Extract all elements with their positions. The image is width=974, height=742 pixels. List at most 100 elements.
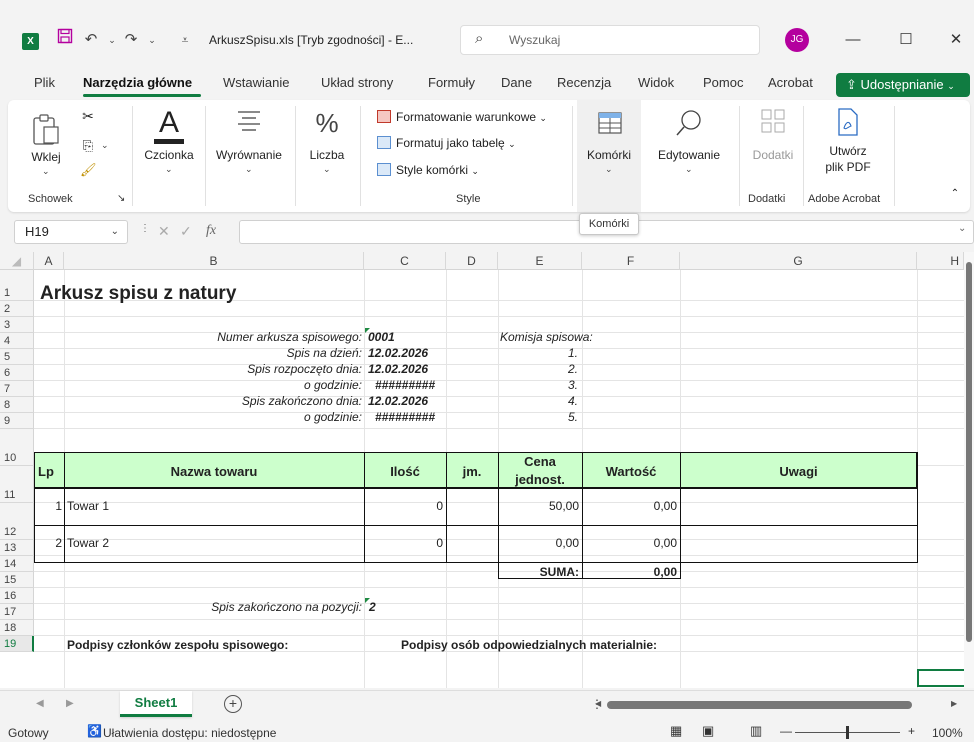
row-header[interactable]: 2	[0, 301, 34, 317]
number-button[interactable]: % Liczba ⌄	[300, 108, 354, 186]
undo-icon[interactable]: ↶	[80, 28, 102, 52]
tab-page-layout[interactable]: Układ strony	[321, 75, 393, 90]
page-break-view-icon[interactable]: ▥	[750, 723, 762, 739]
date-value[interactable]: 12.02.2026	[368, 346, 428, 360]
column-header-c[interactable]: C	[364, 252, 446, 270]
search-box[interactable]: ⌕ Wyszukaj	[460, 25, 760, 55]
row-qty[interactable]: 0	[364, 499, 443, 513]
horizontal-scrollbar-thumb[interactable]	[607, 701, 912, 709]
zoom-in-button[interactable]: +	[908, 724, 915, 738]
format-as-table-button[interactable]: Formatuj jako tabelę ⌄	[377, 136, 516, 150]
minimize-button[interactable]: —	[838, 28, 868, 52]
clipboard-launcher-icon[interactable]: ↘	[117, 193, 125, 204]
row-header[interactable]: 13	[0, 540, 34, 556]
expand-formula-bar-icon[interactable]: ⌄	[958, 223, 966, 234]
row-header[interactable]: 14	[0, 556, 34, 572]
row-header[interactable]: 9	[0, 413, 34, 429]
row-header[interactable]: 10	[0, 429, 34, 466]
sum-value[interactable]: 0,00	[582, 565, 677, 579]
row-header[interactable]: 17	[0, 604, 34, 620]
row-header[interactable]: 4	[0, 333, 34, 349]
tab-data[interactable]: Dane	[501, 75, 532, 90]
zoom-slider-thumb[interactable]	[846, 726, 849, 739]
prev-sheet-icon[interactable]: ◀	[36, 698, 44, 709]
cells-button[interactable]: Komórki ⌄	[577, 100, 641, 212]
tab-file[interactable]: Plik	[34, 75, 55, 90]
user-avatar[interactable]: JG	[785, 28, 809, 52]
row-header[interactable]: 12	[0, 503, 34, 540]
conditional-formatting-button[interactable]: Formatowanie warunkowe ⌄	[377, 110, 547, 124]
cut-icon[interactable]: ✂	[80, 108, 96, 126]
accessibility-status[interactable]: Ułatwienia dostępu: niedostępne	[103, 726, 276, 740]
finished-position-value[interactable]: 2	[369, 600, 376, 614]
close-button[interactable]: ✕	[941, 28, 971, 52]
row-header[interactable]: 11	[0, 466, 34, 503]
end-time-value[interactable]: #########	[364, 410, 446, 424]
scroll-left-icon[interactable]: ◀	[595, 699, 601, 708]
row-value[interactable]: 0,00	[582, 499, 677, 513]
sheet-tab-active[interactable]: Sheet1	[120, 691, 192, 717]
tab-help[interactable]: Pomoc	[703, 75, 743, 90]
row-header[interactable]: 6	[0, 365, 34, 381]
sheet-number-value[interactable]: 0001	[368, 330, 395, 344]
row-price[interactable]: 50,00	[498, 499, 579, 513]
normal-view-icon[interactable]: ▦	[670, 723, 682, 739]
customize-quick-access-icon[interactable]: ⩡	[174, 28, 196, 52]
end-date-value[interactable]: 12.02.2026	[368, 394, 428, 408]
row-lp[interactable]: 1	[34, 499, 62, 513]
start-time-value[interactable]: #########	[364, 378, 446, 392]
more-options-icon[interactable]: ⋮	[140, 223, 150, 234]
tab-view[interactable]: Widok	[638, 75, 674, 90]
font-button[interactable]: A Czcionka ⌄	[138, 108, 200, 186]
row-lp[interactable]: 2	[34, 536, 62, 550]
redo-dropdown-icon[interactable]: ⌄	[141, 28, 163, 52]
copy-icon[interactable]: ⎘	[80, 138, 96, 156]
tab-home[interactable]: Narzędzia główne	[83, 75, 192, 90]
vertical-scrollbar[interactable]	[964, 252, 974, 688]
row-header[interactable]: 8	[0, 397, 34, 413]
redo-icon[interactable]: ↷	[120, 28, 142, 52]
column-header-d[interactable]: D	[446, 252, 498, 270]
share-button[interactable]: ⇪ Udostępnianie ⌄	[836, 73, 970, 97]
copy-dropdown-icon[interactable]: ⌄	[101, 140, 109, 151]
column-header-a[interactable]: A	[34, 252, 64, 270]
page-layout-view-icon[interactable]: ▣	[702, 723, 714, 739]
zoom-level[interactable]: 100%	[932, 726, 963, 740]
create-pdf-button[interactable]: Utwórz plik PDF	[808, 108, 888, 186]
maximize-button[interactable]: ☐	[891, 28, 921, 52]
cell-styles-button[interactable]: Style komórki ⌄	[377, 163, 479, 177]
row-header[interactable]: 1	[0, 270, 34, 301]
tab-acrobat[interactable]: Acrobat	[768, 75, 813, 90]
row-name[interactable]: Towar 2	[67, 536, 109, 550]
column-header-e[interactable]: E	[498, 252, 582, 270]
column-header-b[interactable]: B	[64, 252, 364, 270]
row-header[interactable]: 19	[0, 636, 34, 652]
editing-button[interactable]: Edytowanie ⌄	[648, 108, 730, 186]
row-header[interactable]: 18	[0, 620, 34, 636]
zoom-out-button[interactable]: —	[780, 724, 792, 738]
collapse-ribbon-icon[interactable]: ⌃	[948, 188, 962, 199]
alignment-button[interactable]: Wyrównanie ⌄	[208, 108, 290, 186]
tab-review[interactable]: Recenzja	[557, 75, 611, 90]
row-header[interactable]: 3	[0, 317, 34, 333]
scrollbar-thumb[interactable]	[966, 262, 972, 642]
row-price[interactable]: 0,00	[498, 536, 579, 550]
save-icon[interactable]	[54, 28, 76, 52]
row-qty[interactable]: 0	[364, 536, 443, 550]
column-header-f[interactable]: F	[582, 252, 680, 270]
name-box[interactable]: H19 ⌄	[14, 220, 128, 244]
row-header[interactable]: 15	[0, 572, 34, 588]
format-painter-icon[interactable]: 🖌	[80, 162, 97, 180]
row-header[interactable]: 16	[0, 588, 34, 604]
row-header[interactable]: 5	[0, 349, 34, 365]
enter-icon[interactable]: ✓	[180, 223, 192, 240]
column-header-h[interactable]: H	[917, 252, 964, 270]
scroll-right-icon[interactable]: ▶	[951, 699, 957, 708]
worksheet-grid[interactable]: ◢ A B C D E F G H 1 2 3 4 5 6 7 8 9 10 11 12 13 14 15 1…	[0, 252, 974, 688]
next-sheet-icon[interactable]: ▶	[66, 698, 74, 709]
row-header[interactable]: 7	[0, 381, 34, 397]
start-date-value[interactable]: 12.02.2026	[368, 362, 428, 376]
row-name[interactable]: Towar 1	[67, 499, 109, 513]
insert-function-icon[interactable]: fx	[206, 223, 216, 239]
column-header-g[interactable]: G	[680, 252, 917, 270]
